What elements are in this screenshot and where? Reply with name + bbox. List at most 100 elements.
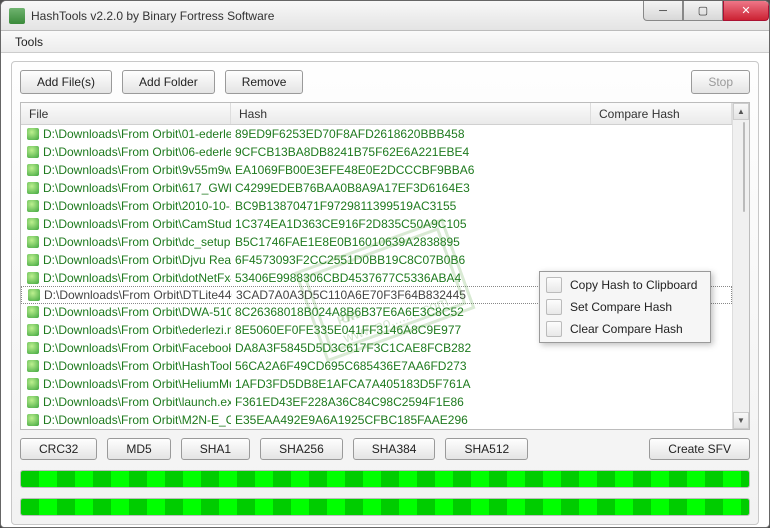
hash-value: 53406E9988306CBD4537677C5336ABA4 [231,271,591,285]
menubar: Tools [1,31,769,53]
table-row[interactable]: D:\Downloads\From Orbit\2010-10-17 ...BC… [21,197,732,215]
ctx-set-compare[interactable]: Set Compare Hash [542,296,708,318]
scroll-thumb[interactable] [743,122,745,212]
file-icon [27,128,39,140]
ctx-set-label: Set Compare Hash [570,300,672,314]
file-path: D:\Downloads\From Orbit\CamStudio2... [43,217,231,231]
file-path: D:\Downloads\From Orbit\launch.exe [43,395,231,409]
hash-value: 6F4573093F2CC2551D0BB19C8C07B0B6 [231,253,591,267]
file-icon [27,236,39,248]
clipboard-icon [546,277,562,293]
create-sfv-button[interactable]: Create SFV [649,438,750,460]
hash-value: 1C374EA1D363CE916F2D835C50A9C105 [231,217,591,231]
col-compare[interactable]: Compare Hash [591,103,732,124]
hash-value: BC9B13870471F9729811399519AC3155 [231,199,591,213]
table-row[interactable]: D:\Downloads\From Orbit\9v55m9w6...EA106… [21,161,732,179]
table-row[interactable]: D:\Downloads\From Orbit\HashTools ...56C… [21,357,732,375]
add-files-button[interactable]: Add File(s) [20,70,112,94]
file-list[interactable]: File Hash Compare Hash D:\Downloads\From… [20,102,750,430]
file-path: D:\Downloads\From Orbit\06-ederlezi... [43,145,231,159]
col-file[interactable]: File [21,103,231,124]
table-row[interactable]: D:\Downloads\From Orbit\Djvu Reade...6F4… [21,251,732,269]
stop-button[interactable]: Stop [691,70,750,94]
remove-button[interactable]: Remove [225,70,304,94]
file-path: D:\Downloads\From Orbit\Djvu Reade... [43,253,231,267]
file-icon [27,272,39,284]
file-path: D:\Downloads\From Orbit\01-ederlezi... [43,127,231,141]
table-row[interactable]: D:\Downloads\From Orbit\06-ederlezi...9C… [21,143,732,161]
top-toolbar: Add File(s) Add Folder Remove Stop [20,70,750,94]
ctx-clear-label: Clear Compare Hash [570,322,683,336]
window-title: HashTools v2.2.0 by Binary Fortress Soft… [31,9,274,23]
hash-value: 3CAD7A0A3D5C110A6E70F3F64B832445 [232,288,592,302]
menu-tools[interactable]: Tools [9,33,49,51]
add-folder-button[interactable]: Add Folder [122,70,215,94]
table-row[interactable]: D:\Downloads\From Orbit\01-ederlezi...89… [21,125,732,143]
context-menu: Copy Hash to Clipboard Set Compare Hash … [539,271,711,343]
file-progress [20,498,750,516]
table-row[interactable]: D:\Downloads\From Orbit\617_GWb...C4299E… [21,179,732,197]
file-icon [27,324,39,336]
table-row[interactable]: D:\Downloads\From Orbit\HeliumMusi...1AF… [21,375,732,393]
hash-value: E35EAA492E9A6A1925CFBC185FAAE296 [231,413,591,427]
set-icon [546,299,562,315]
col-hash[interactable]: Hash [231,103,591,124]
clear-icon [546,321,562,337]
file-icon [27,378,39,390]
table-row[interactable]: D:\Downloads\From Orbit\dc_setup.exeB5C1… [21,233,732,251]
hash-value: F361ED43EF228A36C84C98C2594F1E86 [231,395,591,409]
file-path: D:\Downloads\From Orbit\HeliumMusi... [43,377,231,391]
vertical-scrollbar[interactable]: ▲ ▼ [732,103,749,429]
file-path: D:\Downloads\From Orbit\DTLite4402... [44,288,232,302]
file-icon [28,289,40,301]
file-path: D:\Downloads\From Orbit\2010-10-17 ... [43,199,231,213]
md5-button[interactable]: MD5 [107,438,170,460]
table-row[interactable]: D:\Downloads\From Orbit\launch.exeF361ED… [21,393,732,411]
titlebar[interactable]: HashTools v2.2.0 by Binary Fortress Soft… [1,1,769,31]
scroll-down-icon[interactable]: ▼ [733,412,749,429]
sha256-button[interactable]: SHA256 [260,438,343,460]
scroll-up-icon[interactable]: ▲ [733,103,749,120]
file-path: D:\Downloads\From Orbit\Facebook ... [43,341,231,355]
hash-value: 56CA2A6F49CD695C685436E7AA6FD273 [231,359,591,373]
algo-toolbar: CRC32 MD5 SHA1 SHA256 SHA384 SHA512 Crea… [20,438,750,460]
file-path: D:\Downloads\From Orbit\M2N-E_OV... [43,413,231,427]
sha384-button[interactable]: SHA384 [353,438,436,460]
file-path: D:\Downloads\From Orbit\ederlezi.mp3 [43,323,231,337]
table-row[interactable]: D:\Downloads\From Orbit\CamStudio2...1C3… [21,215,732,233]
maximize-button[interactable]: ▢ [683,1,723,21]
app-window: HashTools v2.2.0 by Binary Fortress Soft… [0,0,770,528]
column-headers: File Hash Compare Hash [21,103,732,125]
file-icon [27,182,39,194]
file-icon [27,146,39,158]
hash-value: 89ED9F6253ED70F8AFD2618620BBB458 [231,127,591,141]
file-path: D:\Downloads\From Orbit\dotNetFx40... [43,271,231,285]
file-path: D:\Downloads\From Orbit\dc_setup.exe [43,235,231,249]
file-icon [27,396,39,408]
file-icon [27,254,39,266]
file-icon [27,414,39,426]
hash-value: 9CFCB13BA8DB8241B75F62E6A221EBE4 [231,145,591,159]
hash-value: C4299EDEB76BAA0B8A9A17EF3D6164E3 [231,181,591,195]
hash-value: B5C1746FAE1E8E0B16010639A2838895 [231,235,591,249]
overall-progress [20,470,750,488]
ctx-copy-hash[interactable]: Copy Hash to Clipboard [542,274,708,296]
file-icon [27,342,39,354]
ctx-clear-compare[interactable]: Clear Compare Hash [542,318,708,340]
file-icon [27,306,39,318]
hash-value: 8C26368018B024A8B6B37E6A6E3C8C52 [231,305,591,319]
hash-value: 8E5060EF0FE335E041FF3146A8C9E977 [231,323,591,337]
hash-value: 1AFD3FD5DB8E1AFCA7A405183D5F761A [231,377,591,391]
minimize-button[interactable]: ─ [643,1,683,21]
close-button[interactable]: ✕ [723,1,769,21]
file-path: D:\Downloads\From Orbit\9v55m9w6... [43,163,231,177]
table-row[interactable]: D:\Downloads\From Orbit\M2N-E_OV...E35EA… [21,411,732,429]
hash-value: EA1069FB00E3EFE48E0E2DCCCBF9BBA6 [231,163,591,177]
file-icon [27,200,39,212]
app-icon [9,8,25,24]
sha1-button[interactable]: SHA1 [181,438,250,460]
file-icon [27,360,39,372]
file-icon [27,218,39,230]
crc32-button[interactable]: CRC32 [20,438,97,460]
sha512-button[interactable]: SHA512 [445,438,528,460]
